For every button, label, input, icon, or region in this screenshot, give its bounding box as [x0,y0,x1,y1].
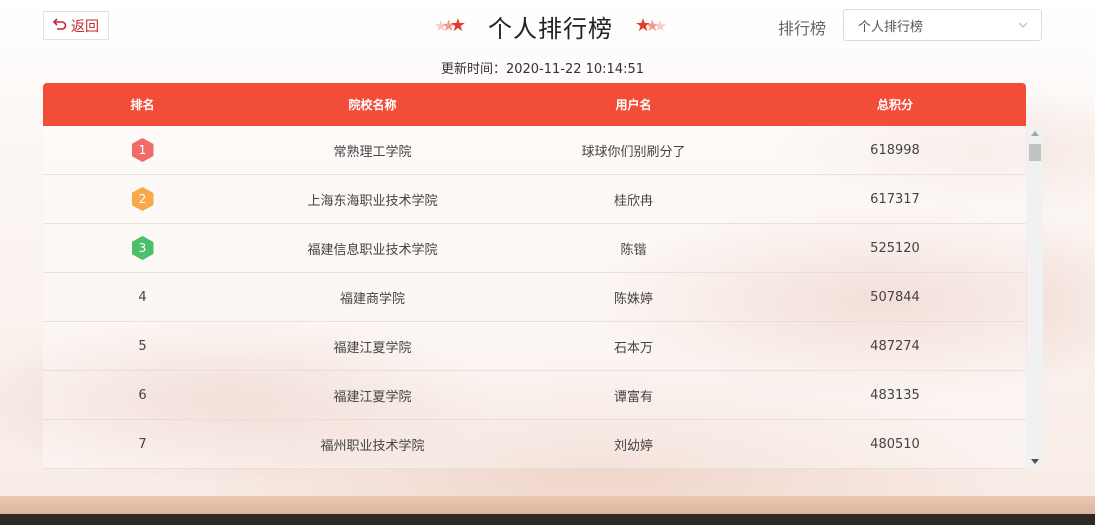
user-cell: 桂欣冉 [613,193,653,209]
rank-cell: 2 [43,187,242,211]
column-header-rank: 排名 [130,98,155,112]
table-row: 7 福州职业技术学院 刘幼婷 480510 [43,420,1026,469]
table-row: 5 福建江夏学院 石本万 487274 [43,322,1026,371]
rank-cell: 1 [43,138,242,162]
return-arrow-icon [52,17,67,35]
score-cell: 507844 [870,289,920,305]
school-cell: 福建江夏学院 [333,389,412,405]
school-cell: 福建江夏学院 [333,340,412,356]
rank-badge-icon: 3 [131,236,154,260]
score-cell: 617317 [870,191,920,207]
table-row: 1 常熟理工学院 球球你们别刷分了 618998 [43,126,1026,175]
score-cell: 480510 [870,436,920,452]
rank-cell: 3 [43,236,242,260]
user-cell: 谭富有 [613,389,653,405]
school-cell: 福建信息职业技术学院 [307,242,438,258]
school-cell: 常熟理工学院 [333,144,412,160]
rank-badge-icon: 1 [131,138,154,162]
rank-cell: 7 [43,437,242,452]
rank-value: 6 [138,387,147,403]
leaderboard-type-select[interactable]: 个人排行榜 [843,9,1042,41]
filter-label: 排行榜 [778,19,827,38]
ranking-table[interactable]: 1 常熟理工学院 球球你们别刷分了 618998 2 上海东海职业技术学院 桂欣冉 61731… [43,126,1026,470]
score-cell: 525120 [870,240,920,256]
user-cell: 陈姝婷 [613,291,653,307]
user-cell: 陈锴 [620,242,647,258]
back-label: 返回 [71,18,99,35]
chevron-down-icon [1017,19,1029,31]
table-row: 2 上海东海职业技术学院 桂欣冉 617317 [43,175,1026,224]
table-header: 排名 院校名称 用户名 总积分 [43,83,1026,126]
score-cell: 487274 [870,338,920,354]
update-time: 更新时间：2020-11-22 10:14:51 [440,62,645,77]
rank-value: 7 [138,436,147,452]
table-row: 6 福建江夏学院 谭富有 483135 [43,371,1026,420]
back-button[interactable]: 返回 [43,11,109,40]
rank-cell: 4 [43,290,242,305]
scroll-thumb[interactable] [1029,144,1041,161]
footer-bar [0,514,1095,525]
user-cell: 石本万 [613,340,653,356]
column-header-score: 总积分 [876,98,913,112]
rank-value: 5 [138,338,147,354]
rank-value: 4 [138,289,147,305]
score-cell: 618998 [870,142,920,158]
rank-cell: 5 [43,339,242,354]
rank-badge-icon: 2 [131,187,154,211]
user-cell: 刘幼婷 [613,438,653,454]
column-header-user: 用户名 [615,98,652,112]
select-value: 个人排行榜 [858,19,924,35]
table-row: 3 福建信息职业技术学院 陈锴 525120 [43,224,1026,273]
background-ground-strip [0,496,1095,514]
scroll-up-arrow[interactable] [1031,131,1039,136]
school-cell: 福建商学院 [339,291,405,307]
rank-cell: 6 [43,388,242,403]
column-header-school: 院校名称 [348,98,397,112]
score-cell: 483135 [870,387,920,403]
school-cell: 福州职业技术学院 [320,438,425,454]
table-row: 4 福建商学院 陈姝婷 507844 [43,273,1026,322]
scroll-down-arrow[interactable] [1031,459,1039,464]
scrollbar[interactable] [1027,127,1043,468]
school-cell: 上海东海职业技术学院 [307,193,438,209]
user-cell: 球球你们别刷分了 [581,144,686,160]
